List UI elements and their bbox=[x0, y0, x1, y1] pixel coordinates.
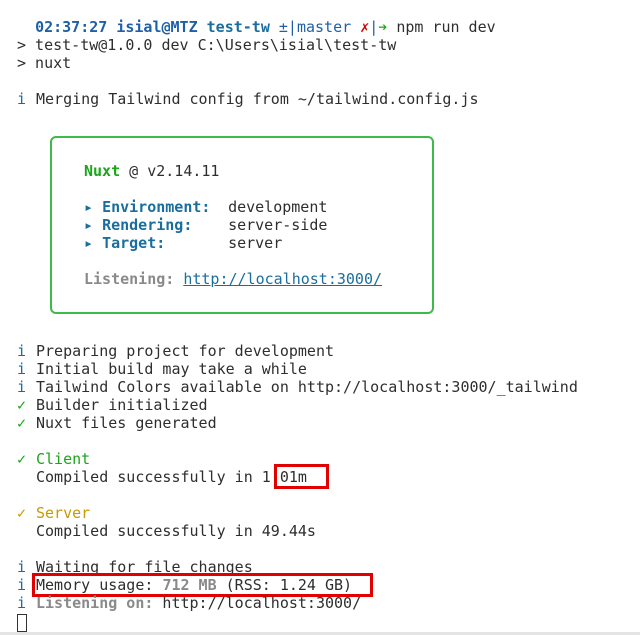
log-text: Tailwind Colors available on http://loca… bbox=[36, 378, 578, 396]
banner-listening: Listening: http://localhost:3000/ bbox=[84, 270, 382, 288]
bullet-icon: ▸ bbox=[84, 198, 94, 216]
server-compiled-line: Compiled successfully in 49.44s bbox=[17, 522, 316, 540]
log-text: Initial build may take a while bbox=[36, 360, 307, 378]
client-label: Client bbox=[36, 450, 91, 468]
git-branch: master bbox=[296, 18, 352, 36]
git-prefix: ±| bbox=[278, 18, 297, 36]
prompt-arrow-icon: ➔ bbox=[378, 18, 388, 36]
info-icon: i bbox=[17, 360, 27, 378]
rendering-value: server-side bbox=[228, 216, 328, 234]
info-icon: i bbox=[17, 378, 27, 396]
log-line: ✓ Builder initialized bbox=[17, 396, 208, 414]
tailwind-merge-text: Merging Tailwind config from ~/tailwind.… bbox=[36, 90, 479, 108]
info-icon: i bbox=[17, 90, 27, 108]
prompt-user-host: isial@MTZ bbox=[116, 18, 198, 36]
log-text: Nuxt files generated bbox=[36, 414, 217, 432]
server-compiled-text: Compiled successfully in 49.44s bbox=[36, 522, 316, 540]
banner-environment: ▸ Environment: development bbox=[84, 198, 327, 216]
client-time-highlight bbox=[274, 464, 329, 489]
listening-on-label: Listening on: bbox=[36, 594, 154, 612]
check-icon: ✓ bbox=[17, 396, 27, 414]
info-icon: i bbox=[17, 342, 27, 360]
npm-line-2: > nuxt bbox=[17, 54, 72, 72]
log-line: i Tailwind Colors available on http://loc… bbox=[17, 378, 578, 396]
git-suffix: | bbox=[369, 18, 379, 36]
listening-line: i Listening on: http://localhost:3000/ bbox=[17, 594, 361, 612]
listening-url-link[interactable]: http://localhost:3000/ bbox=[183, 270, 382, 288]
client-heading: ✓ Client bbox=[17, 450, 90, 468]
listening-label: Listening: bbox=[84, 270, 175, 288]
tailwind-merge-line: i Merging Tailwind config from ~/tailwind… bbox=[17, 90, 479, 108]
check-icon: ✓ bbox=[17, 450, 27, 468]
server-label: Server bbox=[36, 504, 91, 522]
check-icon: ✓ bbox=[17, 504, 27, 522]
prompt-command: npm run dev bbox=[396, 18, 496, 36]
nuxt-name: Nuxt bbox=[84, 162, 121, 180]
log-text: Preparing project for development bbox=[36, 342, 335, 360]
shell-prompt: 02:37:27 isial@MTZ test-tw ±|master ✗|➔ … bbox=[17, 0, 496, 36]
target-value: server bbox=[228, 234, 283, 252]
nuxt-version: @ v2.14.11 bbox=[129, 162, 220, 180]
target-label: Target: bbox=[102, 234, 166, 252]
prompt-directory: test-tw bbox=[206, 18, 270, 36]
log-line: i Initial build may take a while bbox=[17, 360, 307, 378]
bullet-icon: ▸ bbox=[84, 234, 94, 252]
npm-line-1: > test-tw@1.0.0 dev C:\Users\isial\test-… bbox=[17, 36, 397, 54]
banner-rendering: ▸ Rendering: server-side bbox=[84, 216, 327, 234]
info-icon: i bbox=[17, 594, 27, 612]
banner-target: ▸ Target: server bbox=[84, 234, 282, 252]
rendering-label: Rendering: bbox=[102, 216, 193, 234]
log-text: Builder initialized bbox=[36, 396, 208, 414]
bullet-icon: ▸ bbox=[84, 216, 94, 234]
terminal-cursor[interactable] bbox=[17, 614, 27, 632]
server-heading: ✓ Server bbox=[17, 504, 90, 522]
environment-value: development bbox=[228, 198, 328, 216]
listening-on-url[interactable]: http://localhost:3000/ bbox=[153, 594, 361, 612]
check-icon: ✓ bbox=[17, 414, 27, 432]
nuxt-version-line: Nuxt @ v2.14.11 bbox=[84, 162, 219, 180]
log-line: i Preparing project for development bbox=[17, 342, 334, 360]
client-compiled-line: Compiled successfully in 1.01m bbox=[17, 468, 307, 486]
environment-label: Environment: bbox=[102, 198, 211, 216]
git-dirty-icon: ✗ bbox=[360, 18, 370, 36]
log-line: ✓ Nuxt files generated bbox=[17, 414, 217, 432]
prompt-time: 02:37:27 bbox=[35, 18, 108, 36]
client-compiled-text: Compiled successfully in bbox=[36, 468, 262, 486]
